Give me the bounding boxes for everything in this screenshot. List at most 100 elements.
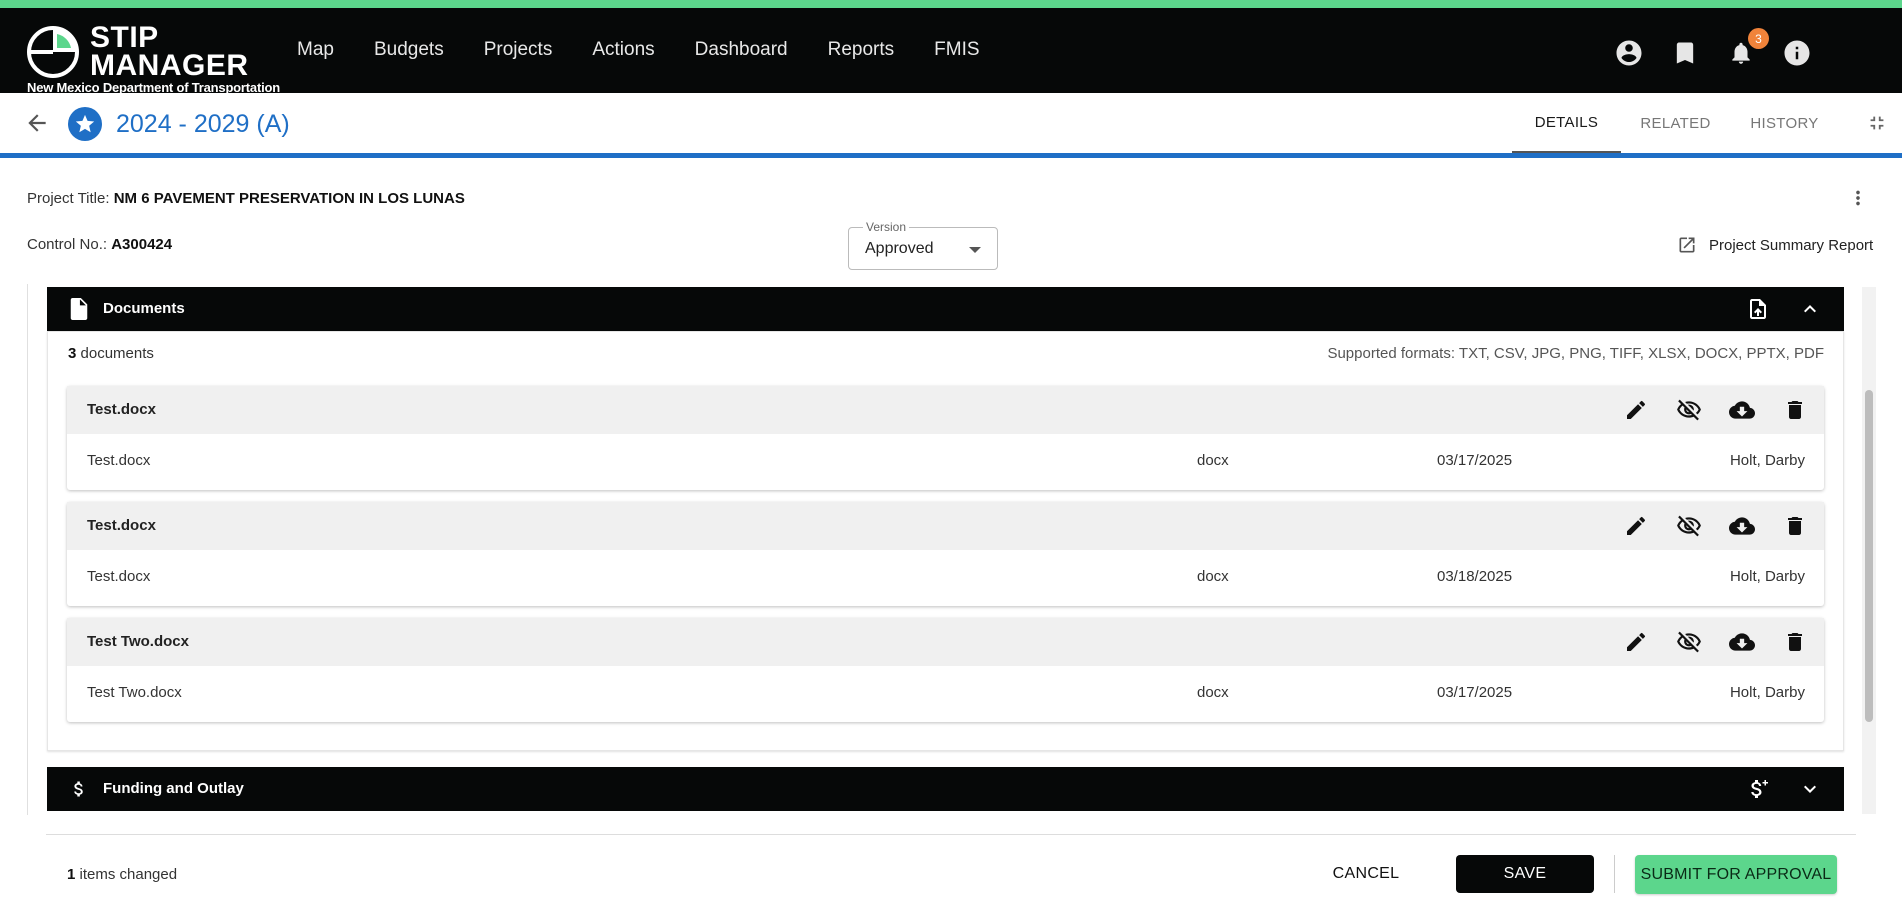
documents-panel: 3 documents Supported formats: TXT, CSV,… <box>47 331 1844 751</box>
nav-item-dashboard[interactable]: Dashboard <box>695 39 788 61</box>
document-user: Holt, Darby <box>1729 452 1805 469</box>
project-summary-report-link[interactable]: Project Summary Report <box>1677 235 1873 255</box>
scrollbar-thumb[interactable] <box>1865 390 1873 722</box>
version-select-label: Version <box>863 220 910 234</box>
footer-divider <box>46 834 1856 835</box>
document-date: 03/17/2025 <box>1437 684 1513 701</box>
favorite-star-icon[interactable] <box>68 107 102 141</box>
nav-item-budgets[interactable]: Budgets <box>374 39 444 61</box>
info-icon[interactable] <box>1782 38 1812 68</box>
account-circle-icon[interactable] <box>1614 38 1644 68</box>
delete-trash-icon[interactable] <box>1782 397 1808 423</box>
nav-item-projects[interactable]: Projects <box>484 39 553 61</box>
details-scroll-area[interactable]: Documents 3 documents Supported formats:… <box>27 284 1877 815</box>
dropdown-arrow-icon <box>969 247 981 253</box>
document-card: Test Two.docx Test Two.docx docx 03/17/2… <box>67 618 1824 722</box>
navbar-icons: 3 <box>1614 28 1812 68</box>
submit-for-approval-button[interactable]: SUBMIT FOR APPROVAL <box>1635 855 1837 894</box>
document-type: docx <box>1197 684 1229 701</box>
edit-pencil-icon[interactable] <box>1623 513 1649 539</box>
control-number-value: A300424 <box>111 236 173 253</box>
project-summary-report-label: Project Summary Report <box>1709 236 1874 254</box>
document-type: docx <box>1197 568 1229 585</box>
visibility-off-icon[interactable] <box>1676 629 1702 655</box>
notifications-bell-icon[interactable]: 3 <box>1726 28 1769 68</box>
logo-mark-icon <box>27 26 79 78</box>
bookmark-icon[interactable] <box>1670 38 1700 68</box>
page-title: 2024 - 2029 (A) <box>116 110 290 138</box>
back-arrow-icon[interactable] <box>24 110 50 136</box>
items-changed-count: 1 <box>67 866 76 883</box>
delete-trash-icon[interactable] <box>1782 513 1808 539</box>
items-changed-status: 1 items changed <box>67 866 177 883</box>
document-filename: Test.docx <box>87 452 151 469</box>
tab-details[interactable]: DETAILS <box>1512 93 1621 153</box>
control-number-label: Control No.: <box>27 236 108 253</box>
document-date: 03/18/2025 <box>1437 568 1513 585</box>
supported-formats-text: Supported formats: TXT, CSV, JPG, PNG, T… <box>1327 345 1824 362</box>
project-title-label: Project Title: <box>27 190 110 207</box>
items-changed-suffix: items changed <box>79 866 178 883</box>
project-title-value: NM 6 PAVEMENT PRESERVATION IN LOS LUNAS <box>113 190 465 207</box>
cloud-download-icon[interactable] <box>1729 397 1755 423</box>
document-name: Test Two.docx <box>87 633 189 650</box>
document-date: 03/17/2025 <box>1437 452 1513 469</box>
nav-item-actions[interactable]: Actions <box>592 39 654 61</box>
project-title-field: Project Title: NM 6 PAVEMENT PRESERVATIO… <box>27 190 465 207</box>
nav-item-map[interactable]: Map <box>297 39 334 61</box>
document-card-header: Test.docx <box>67 386 1824 434</box>
main-nav: Map Budgets Projects Actions Dashboard R… <box>297 39 1020 61</box>
footer-button-separator <box>1614 855 1615 893</box>
subheader-divider <box>0 153 1902 158</box>
cloud-download-icon[interactable] <box>1729 629 1755 655</box>
more-options-icon[interactable] <box>1847 186 1869 210</box>
tab-related[interactable]: RELATED <box>1621 93 1730 153</box>
documents-section-title: Documents <box>103 300 185 317</box>
funding-section-title: Funding and Outlay <box>103 780 244 797</box>
edit-pencil-icon[interactable] <box>1623 397 1649 423</box>
document-icon <box>70 298 88 320</box>
tab-history[interactable]: HISTORY <box>1730 93 1839 153</box>
save-button[interactable]: SAVE <box>1456 855 1594 893</box>
version-select[interactable]: Version Approved <box>848 220 998 270</box>
collapse-fullscreen-icon[interactable] <box>1866 112 1888 134</box>
document-filename: Test Two.docx <box>87 684 182 701</box>
document-actions <box>1623 397 1808 423</box>
cloud-download-icon[interactable] <box>1729 513 1755 539</box>
document-card-header: Test Two.docx <box>67 618 1824 666</box>
app-logo[interactable]: STIP MANAGER New Mexico Department of Tr… <box>27 18 280 96</box>
version-select-value: Approved <box>865 240 934 257</box>
upload-document-icon[interactable] <box>1746 297 1770 321</box>
document-card: Test.docx Test.docx docx 03/17/2025 Holt… <box>67 386 1824 490</box>
visibility-off-icon[interactable] <box>1676 513 1702 539</box>
document-card: Test.docx Test.docx docx 03/18/2025 Holt… <box>67 502 1824 606</box>
document-name: Test.docx <box>87 401 156 418</box>
cancel-button[interactable]: CANCEL <box>1320 855 1412 893</box>
documents-count: 3 documents <box>68 345 154 362</box>
document-actions <box>1623 629 1808 655</box>
document-actions <box>1623 513 1808 539</box>
nav-item-reports[interactable]: Reports <box>828 39 895 61</box>
edit-pencil-icon[interactable] <box>1623 629 1649 655</box>
document-card-header: Test.docx <box>67 502 1824 550</box>
nav-item-fmis[interactable]: FMIS <box>934 39 979 61</box>
open-external-icon <box>1679 237 1695 253</box>
document-user: Holt, Darby <box>1729 684 1805 701</box>
add-funding-icon[interactable] <box>1746 777 1770 801</box>
chevron-up-icon[interactable] <box>1798 297 1822 321</box>
top-navbar: STIP MANAGER New Mexico Department of Tr… <box>0 8 1902 96</box>
visibility-off-icon[interactable] <box>1676 397 1702 423</box>
document-type: docx <box>1197 452 1229 469</box>
dollar-icon <box>74 781 83 797</box>
top-accent-stripe <box>0 0 1902 8</box>
chevron-down-icon[interactable] <box>1798 777 1822 801</box>
document-name: Test.docx <box>87 517 156 534</box>
document-filename: Test.docx <box>87 568 151 585</box>
logo-title-line2: MANAGER <box>90 49 249 82</box>
documents-section-header[interactable]: Documents <box>47 287 1844 331</box>
page-subheader: 2024 - 2029 (A) DETAILS RELATED HISTORY <box>0 93 1902 153</box>
delete-trash-icon[interactable] <box>1782 629 1808 655</box>
detail-tabs: DETAILS RELATED HISTORY <box>1512 93 1839 153</box>
document-user: Holt, Darby <box>1729 568 1805 585</box>
funding-section-header[interactable]: Funding and Outlay <box>47 767 1844 811</box>
